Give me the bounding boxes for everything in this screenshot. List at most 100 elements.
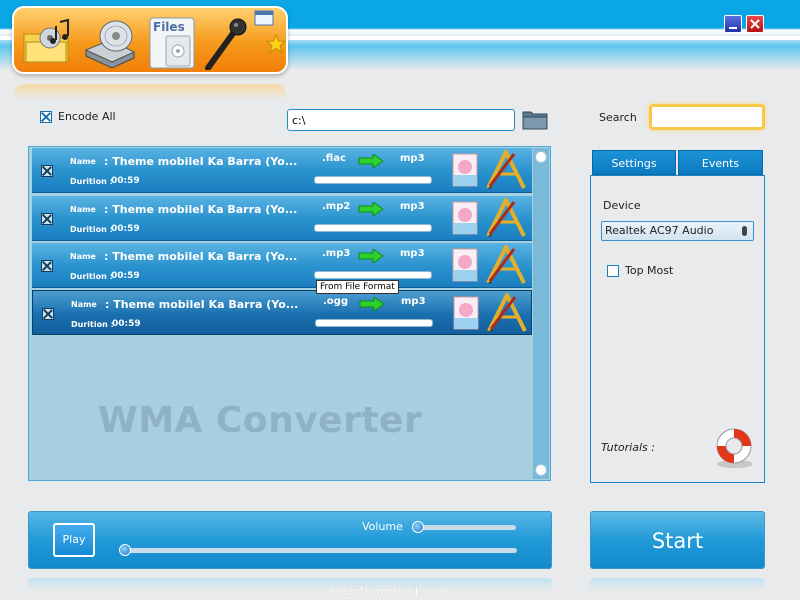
minimize-button[interactable] <box>724 15 742 33</box>
start-reflection <box>590 578 765 590</box>
edit-tags-icon[interactable] <box>485 293 529 333</box>
window-icon <box>254 10 274 26</box>
arrow-right-icon <box>358 154 384 168</box>
file-name: : Theme mobileI Ka Barra (Yo... <box>104 155 298 168</box>
scroll-down-button[interactable] <box>535 464 547 476</box>
picture-icon[interactable] <box>453 296 479 330</box>
duration-value: 00:59 <box>112 319 141 329</box>
table-row[interactable]: Name : Theme mobileI Ka Barra (Yo... Durit… <box>32 196 532 241</box>
duration-label: Durition : <box>70 177 113 186</box>
name-label: Name <box>70 157 96 166</box>
name-label: Name <box>71 300 97 309</box>
arrow-right-icon <box>358 249 384 263</box>
encode-all-label: Encode All <box>58 110 116 123</box>
duration-value: 00:59 <box>111 176 140 186</box>
table-row[interactable]: Name : Theme mobileI Ka Barra (Yo... Durit… <box>32 243 532 288</box>
name-label: Name <box>70 205 96 214</box>
add-music-button[interactable] <box>20 16 74 70</box>
duration-label: Durition : <box>70 272 113 281</box>
dropdown-knob-icon <box>742 226 747 236</box>
top-most-checkbox[interactable]: Top Most <box>607 264 673 277</box>
tutorials-button[interactable] <box>711 426 757 470</box>
source-format: .mp3 <box>322 248 351 259</box>
browse-folder-button[interactable] <box>522 108 548 130</box>
cd-drive-icon <box>84 20 136 69</box>
player-panel: Play Volume <box>28 511 552 569</box>
target-format: mp3 <box>400 153 425 164</box>
target-format: mp3 <box>400 201 425 212</box>
microphone-icon <box>205 18 247 71</box>
duration-value: 00:59 <box>111 224 140 234</box>
progress-bar <box>314 176 432 184</box>
arrow-right-icon <box>358 202 384 216</box>
seek-slider-thumb[interactable] <box>119 544 131 556</box>
list-scrollbar[interactable] <box>533 148 549 479</box>
tutorials-label: Tutorials : <box>601 441 655 454</box>
progress-bar <box>315 319 433 327</box>
edit-tags-icon[interactable] <box>484 245 528 285</box>
table-row[interactable]: Name : Theme mobileI Ka Barra (Yo... Durit… <box>32 290 532 335</box>
encode-all-checkbox[interactable]: Encode All <box>40 110 116 123</box>
picture-icon[interactable] <box>452 153 478 187</box>
search-label: Search <box>599 111 637 124</box>
table-row[interactable]: Name : Theme mobileI Ka Barra (Yo... Durit… <box>32 148 532 193</box>
settings-body: Device Realtek AC97 Audio Top Most Tutor… <box>590 175 765 483</box>
play-button[interactable]: Play <box>53 523 95 557</box>
duration-value: 00:59 <box>111 271 140 281</box>
folder-icon <box>522 111 548 130</box>
row-checkbox[interactable] <box>42 308 54 320</box>
close-icon <box>750 19 760 29</box>
add-cd-button[interactable] <box>82 16 136 70</box>
add-files-button[interactable]: Files <box>146 16 200 70</box>
target-format: mp3 <box>401 296 426 307</box>
source-format: .mp2 <box>322 201 351 212</box>
files-label: Files <box>153 20 185 34</box>
progress-bar <box>314 224 432 232</box>
player-reflection <box>28 578 552 590</box>
star-icon <box>266 34 286 54</box>
tooltip: From File Format <box>316 280 399 294</box>
source-format: .ogg <box>323 296 348 307</box>
picture-icon[interactable] <box>452 201 478 235</box>
source-format: .flac <box>322 153 346 164</box>
lifebuoy-icon <box>716 428 753 468</box>
seek-slider[interactable] <box>119 544 517 556</box>
scroll-up-button[interactable] <box>535 151 547 163</box>
file-name: : Theme mobileI Ka Barra (Yo... <box>104 203 298 216</box>
volume-slider[interactable] <box>412 521 516 533</box>
row-checkbox[interactable] <box>41 260 53 272</box>
arrow-right-icon <box>359 297 385 311</box>
progress-bar <box>314 271 432 279</box>
checkbox-unchecked-icon[interactable] <box>607 264 619 277</box>
top-most-label: Top Most <box>625 264 674 277</box>
watermark-text: WMA Converter <box>98 400 423 441</box>
edit-tags-icon[interactable] <box>484 150 528 190</box>
device-label: Device <box>603 199 641 212</box>
device-select[interactable]: Realtek AC97 Audio <box>601 221 754 241</box>
tab-settings[interactable]: Settings <box>592 150 676 175</box>
checkbox-checked-icon[interactable] <box>40 110 52 123</box>
credit-text: GearDownload.com <box>330 585 448 598</box>
duration-label: Durition : <box>70 225 113 234</box>
device-value: Realtek AC97 Audio <box>605 224 714 237</box>
tab-events[interactable]: Events <box>678 150 763 175</box>
volume-label: Volume <box>362 520 403 533</box>
row-checkbox[interactable] <box>41 213 53 225</box>
music-folder-icon <box>23 18 69 63</box>
volume-slider-thumb[interactable] <box>412 521 424 533</box>
settings-panel: Settings Events Device Realtek AC97 Audi… <box>590 150 765 483</box>
close-button[interactable] <box>746 15 764 33</box>
target-format: mp3 <box>400 248 425 259</box>
picture-icon[interactable] <box>452 248 478 282</box>
search-input[interactable] <box>649 104 765 130</box>
duration-label: Durition : <box>71 320 114 329</box>
record-button[interactable] <box>200 16 254 71</box>
name-label: Name <box>70 252 96 261</box>
output-path-input[interactable] <box>287 109 515 131</box>
toolbar-reflection <box>14 84 286 100</box>
edit-tags-icon[interactable] <box>484 198 528 238</box>
file-name: : Theme mobileI Ka Barra (Yo... <box>104 250 298 263</box>
file-name: : Theme mobileI Ka Barra (Yo... <box>105 298 299 311</box>
start-button[interactable]: Start <box>590 511 765 569</box>
row-checkbox[interactable] <box>41 165 53 177</box>
